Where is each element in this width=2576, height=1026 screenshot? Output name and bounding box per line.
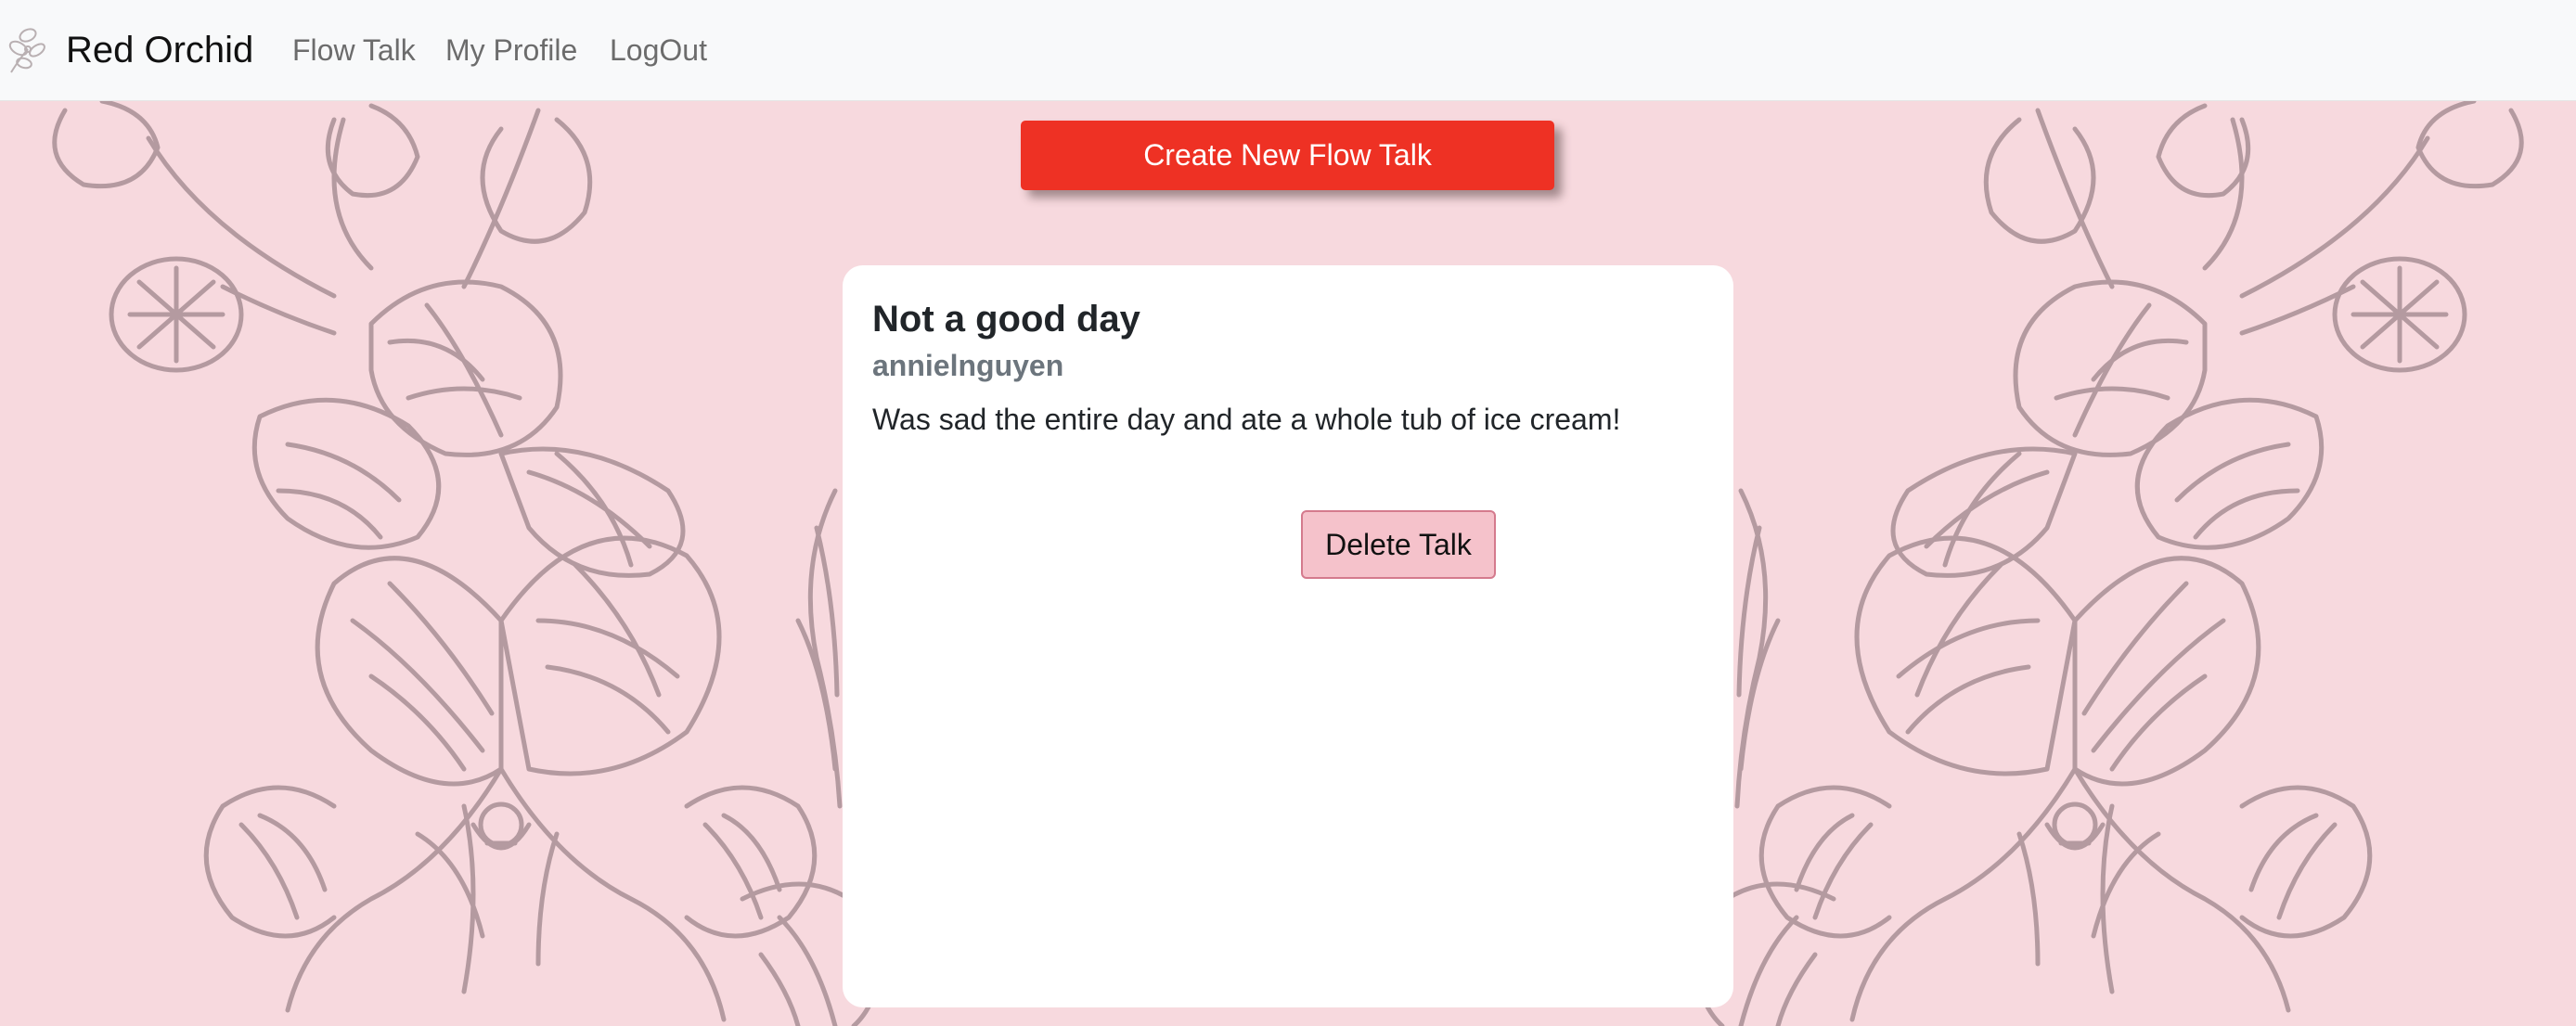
talk-author: annielnguyen bbox=[872, 349, 1064, 382]
talk-title: Not a good day bbox=[872, 299, 1140, 340]
brand-name[interactable]: Red Orchid bbox=[66, 28, 253, 72]
nav-link-my-profile[interactable]: My Profile bbox=[445, 32, 577, 69]
nav-link-logout[interactable]: LogOut bbox=[610, 32, 707, 69]
navbar: Red Orchid Flow Talk My Profile LogOut bbox=[0, 0, 2576, 101]
delete-talk-button[interactable]: Delete Talk bbox=[1301, 510, 1496, 579]
create-new-flow-talk-button[interactable]: Create New Flow Talk bbox=[1021, 121, 1554, 190]
flow-talk-card: Not a good day annielnguyen Was sad the … bbox=[843, 265, 1733, 1007]
nav-link-flow-talk[interactable]: Flow Talk bbox=[292, 32, 416, 69]
talk-body: Was sad the entire day and ate a whole t… bbox=[872, 403, 1621, 436]
orchid-logo-icon[interactable] bbox=[0, 19, 59, 78]
